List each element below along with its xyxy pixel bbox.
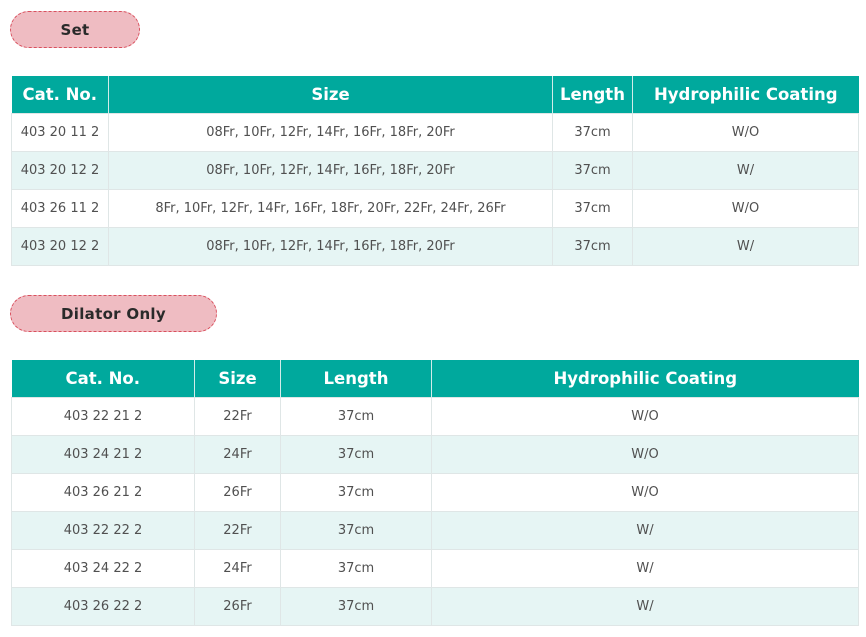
header-length: Length bbox=[552, 76, 633, 114]
cell-size: 08Fr, 10Fr, 12Fr, 14Fr, 16Fr, 18Fr, 20Fr bbox=[108, 227, 553, 266]
table-row: 403 20 11 2 08Fr, 10Fr, 12Fr, 14Fr, 16Fr… bbox=[11, 113, 859, 152]
header-size: Size bbox=[108, 76, 553, 114]
cell-length: 37cm bbox=[280, 549, 432, 588]
cell-size: 26Fr bbox=[194, 473, 281, 512]
dilator-table: Cat. No. Size Length Hydrophilic Coating… bbox=[11, 360, 859, 626]
cell-coating: W/O bbox=[632, 113, 859, 152]
table-row: 403 24 21 2 24Fr 37cm W/O bbox=[11, 435, 859, 474]
header-cat-no: Cat. No. bbox=[11, 360, 195, 398]
cell-coating: W/ bbox=[632, 227, 859, 266]
header-size: Size bbox=[194, 360, 281, 398]
cell-cat-no: 403 20 11 2 bbox=[11, 113, 109, 152]
cell-length: 37cm bbox=[552, 151, 633, 190]
cell-size: 24Fr bbox=[194, 549, 281, 588]
cell-cat-no: 403 26 22 2 bbox=[11, 587, 195, 626]
table-row: 403 22 21 2 22Fr 37cm W/O bbox=[11, 397, 859, 436]
cell-cat-no: 403 20 12 2 bbox=[11, 227, 109, 266]
cell-cat-no: 403 20 12 2 bbox=[11, 151, 109, 190]
cell-cat-no: 403 24 22 2 bbox=[11, 549, 195, 588]
cell-cat-no: 403 26 21 2 bbox=[11, 473, 195, 512]
cell-coating: W/O bbox=[431, 473, 859, 512]
dilator-section-label: Dilator Only bbox=[10, 295, 217, 332]
table-row: 403 26 11 2 8Fr, 10Fr, 12Fr, 14Fr, 16Fr,… bbox=[11, 189, 859, 228]
table-row: 403 20 12 2 08Fr, 10Fr, 12Fr, 14Fr, 16Fr… bbox=[11, 151, 859, 190]
cell-coating: W/ bbox=[431, 511, 859, 550]
cell-length: 37cm bbox=[552, 113, 633, 152]
table-row: 403 24 22 2 24Fr 37cm W/ bbox=[11, 549, 859, 588]
table-row: 403 20 12 2 08Fr, 10Fr, 12Fr, 14Fr, 16Fr… bbox=[11, 227, 859, 266]
cell-size: 22Fr bbox=[194, 511, 281, 550]
cell-size: 8Fr, 10Fr, 12Fr, 14Fr, 16Fr, 18Fr, 20Fr,… bbox=[108, 189, 553, 228]
cell-coating: W/ bbox=[632, 151, 859, 190]
table-row: 403 26 21 2 26Fr 37cm W/O bbox=[11, 473, 859, 512]
cell-size: 08Fr, 10Fr, 12Fr, 14Fr, 16Fr, 18Fr, 20Fr bbox=[108, 151, 553, 190]
header-length: Length bbox=[280, 360, 432, 398]
table-row: 403 26 22 2 26Fr 37cm W/ bbox=[11, 587, 859, 626]
set-table: Cat. No. Size Length Hydrophilic Coating… bbox=[11, 76, 859, 266]
cell-coating: W/O bbox=[431, 435, 859, 474]
cell-cat-no: 403 26 11 2 bbox=[11, 189, 109, 228]
cell-length: 37cm bbox=[280, 511, 432, 550]
cell-cat-no: 403 24 21 2 bbox=[11, 435, 195, 474]
cell-length: 37cm bbox=[280, 587, 432, 626]
cell-length: 37cm bbox=[280, 435, 432, 474]
cell-size: 08Fr, 10Fr, 12Fr, 14Fr, 16Fr, 18Fr, 20Fr bbox=[108, 113, 553, 152]
dilator-table-header-row: Cat. No. Size Length Hydrophilic Coating bbox=[11, 360, 859, 398]
header-hydrophilic-coating: Hydrophilic Coating bbox=[431, 360, 859, 398]
cell-size: 22Fr bbox=[194, 397, 281, 436]
table-row: 403 22 22 2 22Fr 37cm W/ bbox=[11, 511, 859, 550]
cell-coating: W/O bbox=[431, 397, 859, 436]
set-table-header-row: Cat. No. Size Length Hydrophilic Coating bbox=[11, 76, 859, 114]
cell-coating: W/ bbox=[431, 549, 859, 588]
cell-length: 37cm bbox=[280, 473, 432, 512]
cell-cat-no: 403 22 22 2 bbox=[11, 511, 195, 550]
cell-coating: W/ bbox=[431, 587, 859, 626]
cell-cat-no: 403 22 21 2 bbox=[11, 397, 195, 436]
cell-length: 37cm bbox=[552, 227, 633, 266]
header-hydrophilic-coating: Hydrophilic Coating bbox=[632, 76, 859, 114]
cell-coating: W/O bbox=[632, 189, 859, 228]
cell-size: 26Fr bbox=[194, 587, 281, 626]
cell-size: 24Fr bbox=[194, 435, 281, 474]
set-section-label: Set bbox=[10, 11, 140, 48]
cell-length: 37cm bbox=[280, 397, 432, 436]
header-cat-no: Cat. No. bbox=[11, 76, 109, 114]
cell-length: 37cm bbox=[552, 189, 633, 228]
